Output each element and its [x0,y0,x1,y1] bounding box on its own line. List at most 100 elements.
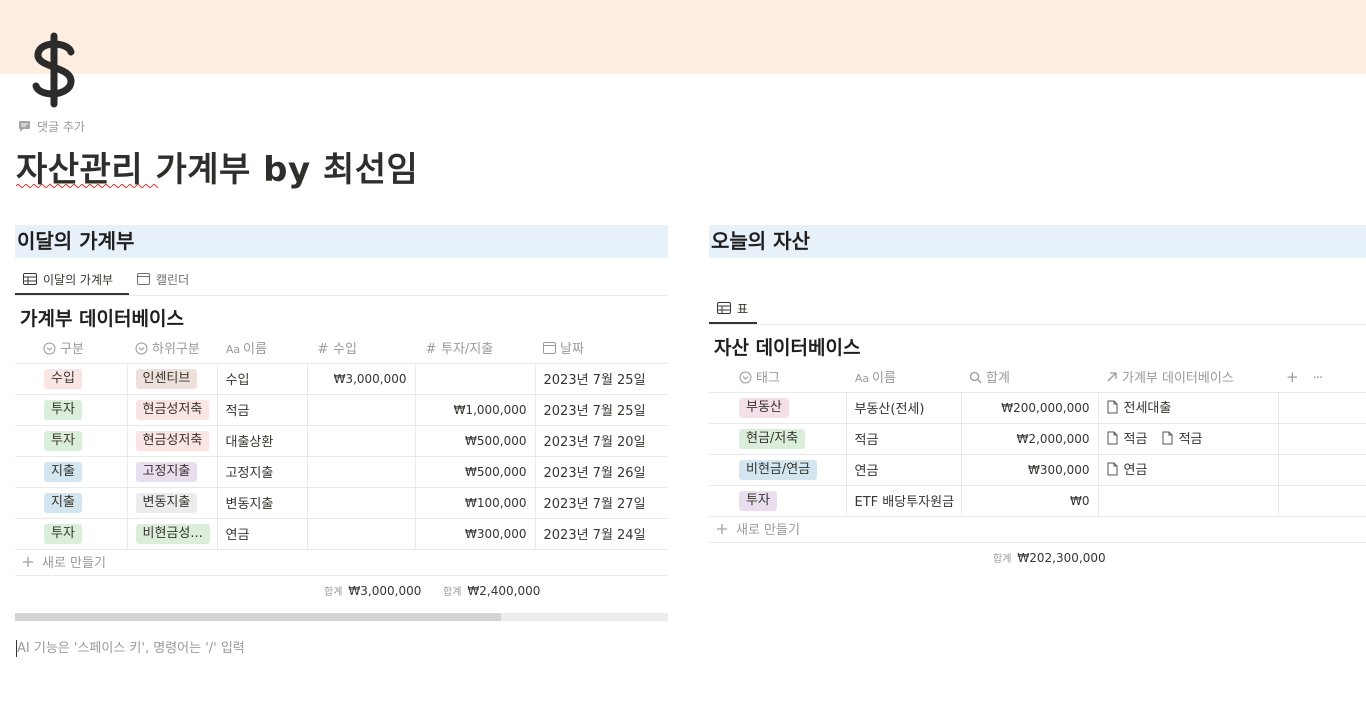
cell-category[interactable]: 투자 [15,517,127,550]
scrollbar-thumb[interactable] [15,613,501,621]
cell-subcategory[interactable]: 현금성저축 [126,424,217,456]
ledger-table: 구분 하위구분 Aa 이름 # 수입 # 투자/지출 날짜 수입 인센티브 수입 ₩3… [15,333,668,550]
cell-expense[interactable]: ₩500,000 [414,455,535,487]
col-header-name[interactable]: Aa 이름 [846,362,961,392]
cell-income[interactable] [306,393,415,425]
cell-relation[interactable]: 연금 [1097,453,1278,485]
cell-name[interactable]: 변동지출 [216,486,307,518]
col-header-subcategory[interactable]: 하위구분 [127,333,217,363]
col-header-date[interactable]: 날짜 [535,333,668,363]
cell-name[interactable]: 고정지출 [216,455,307,487]
cell-tag[interactable]: 비현금/연금 [709,453,846,485]
cell-total[interactable]: ₩0 [960,484,1098,517]
cell-income[interactable]: ₩3,000,000 [306,362,415,394]
col-header-category[interactable]: 구분 [15,333,127,363]
cell-relation[interactable] [1097,484,1278,517]
cell-name[interactable]: 적금 [845,422,961,454]
subcategory-tag: 현금성저축 [135,399,210,420]
db-title-assets[interactable]: 자산 데이터베이스 [714,333,860,360]
cell-category[interactable]: 수입 [15,362,127,394]
cell-subcategory[interactable]: 현금성저축 [126,393,217,425]
cell-total[interactable]: ₩200,000,000 [960,391,1098,423]
cell-category[interactable]: 투자 [15,393,127,425]
col-header-label: 이름 [872,371,896,387]
more-options-button[interactable]: ··· [1313,371,1323,386]
cell-expense[interactable]: ₩500,000 [414,424,535,456]
dollar-icon[interactable] [28,30,80,110]
cell-date[interactable]: 2023년 7월 20일 [534,424,668,456]
add-comment-button[interactable]: 댓글 추가 [18,118,85,135]
add-property-button[interactable]: + [1286,368,1299,386]
table-row[interactable]: 투자 ETF 배당투자원금 ₩0 [709,484,1366,517]
cell-date[interactable]: 2023년 7월 26일 [534,455,668,487]
empty-block-placeholder[interactable]: AI 기능은 '스페이스 키', 명령어는 '/' 입력 [16,637,245,657]
cell-tag[interactable]: 현금/저축 [709,422,846,454]
col-header-expense[interactable]: # 투자/지출 [415,333,535,363]
table-row[interactable]: 비현금/연금 연금 ₩300,000 연금 [709,453,1366,485]
col-header-name[interactable]: Aa 이름 [217,333,307,363]
sum-expense[interactable]: 합계 ₩2,400,000 [443,583,540,598]
table-row[interactable]: 현금/저축 적금 ₩2,000,000 적금 적금 [709,422,1366,454]
cell-income[interactable] [306,486,415,518]
cell-tag[interactable]: 투자 [709,484,846,517]
cell-total[interactable]: ₩300,000 [960,453,1098,485]
cell-income[interactable] [306,424,415,456]
sum-total[interactable]: 합계 ₩202,300,000 [993,550,1106,565]
table-row[interactable]: 투자 현금성저축 적금 ₩1,000,000 2023년 7월 25일 [15,393,668,425]
cell-subcategory[interactable]: 변동지출 [126,486,217,518]
tab-monthly-ledger[interactable]: 이달의 가계부 [15,264,129,295]
cell-date[interactable]: 2023년 7월 24일 [534,517,668,550]
cell-name[interactable]: 부동산(전세) [845,391,961,423]
table-row[interactable]: 부동산 부동산(전세) ₩200,000,000 전세대출 [709,391,1366,423]
cell-subcategory[interactable]: 비현금성... [126,517,217,550]
tab-table[interactable]: 표 [709,293,757,324]
table-row[interactable]: 투자 비현금성... 연금 ₩300,000 2023년 7월 24일 [15,517,668,550]
table-row[interactable]: 수입 인센티브 수입 ₩3,000,000 2023년 7월 25일 [15,362,668,394]
col-header-relation[interactable]: 가계부 데이터베이스 [1098,362,1278,392]
cell-name[interactable]: 적금 [216,393,307,425]
new-row-button-right[interactable]: 새로 만들기 [716,519,800,538]
page-title[interactable]: 자산관리 가계부 by 최선임 [16,142,418,191]
table-row[interactable]: 지출 고정지출 고정지출 ₩500,000 2023년 7월 26일 [15,455,668,487]
cell-date[interactable]: 2023년 7월 27일 [534,486,668,518]
cell-expense[interactable] [414,362,535,394]
table-row[interactable]: 투자 현금성저축 대출상환 ₩500,000 2023년 7월 20일 [15,424,668,456]
table-row[interactable]: 지출 변동지출 변동지출 ₩100,000 2023년 7월 27일 [15,486,668,518]
relation-chip[interactable]: 적금 [1107,428,1147,447]
tab-calendar[interactable]: 캘린더 [129,264,197,294]
cell-name[interactable]: 연금 [216,517,307,550]
cell-tag[interactable]: 부동산 [709,391,846,423]
page-cover[interactable] [0,0,1366,74]
cell-category[interactable]: 지출 [15,455,127,487]
cell-name[interactable]: 수입 [216,362,307,394]
relation-chip[interactable]: 연금 [1107,459,1147,478]
cell-expense[interactable]: ₩1,000,000 [414,393,535,425]
cell-subcategory[interactable]: 인센티브 [126,362,217,394]
cell-total[interactable]: ₩2,000,000 [960,422,1098,454]
cell-income[interactable] [306,517,415,550]
select-icon [135,342,148,355]
cell-name[interactable]: ETF 배당투자원금 [845,484,961,517]
cell-date[interactable]: 2023년 7월 25일 [534,362,668,394]
cell-income[interactable] [306,455,415,487]
cell-expense[interactable]: ₩100,000 [414,486,535,518]
cell-category[interactable]: 지출 [15,486,127,518]
cell-subcategory[interactable]: 고정지출 [126,455,217,487]
cell-relation[interactable]: 적금 적금 [1097,422,1278,454]
db-title-ledger[interactable]: 가계부 데이터베이스 [20,304,184,331]
sum-value: ₩3,000,000 [348,584,422,598]
horizontal-scrollbar[interactable] [15,613,668,621]
cell-category[interactable]: 투자 [15,424,127,456]
col-header-total[interactable]: 합계 [961,362,1098,392]
sum-income[interactable]: 합계 ₩3,000,000 [324,583,421,598]
cell-date[interactable]: 2023년 7월 25일 [534,393,668,425]
new-row-button-left[interactable]: 새로 만들기 [22,552,106,571]
col-header-tag[interactable]: 태그 [709,362,846,392]
relation-chip[interactable]: 적금 [1162,428,1202,447]
col-header-income[interactable]: # 수입 [307,333,415,363]
cell-name[interactable]: 대출상환 [216,424,307,456]
relation-chip[interactable]: 전세대출 [1107,397,1171,416]
cell-expense[interactable]: ₩300,000 [414,517,535,550]
cell-relation[interactable]: 전세대출 [1097,391,1278,423]
cell-name[interactable]: 연금 [845,453,961,485]
